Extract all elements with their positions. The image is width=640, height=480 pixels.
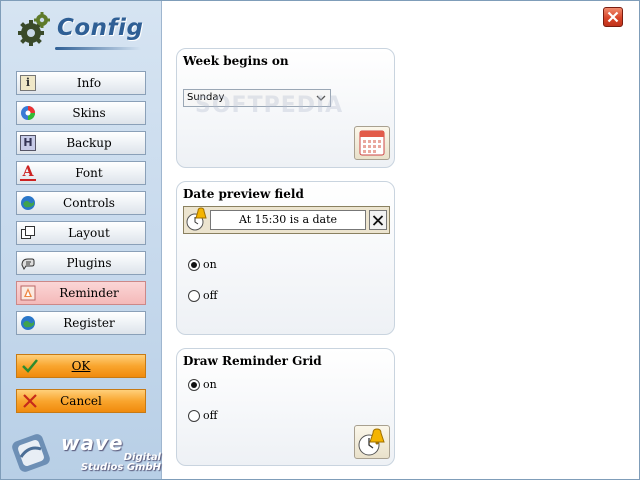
brand-line2: Studios GmbH bbox=[80, 462, 161, 473]
sidebar-item-info[interactable]: i Info bbox=[16, 71, 146, 95]
layout-icon bbox=[21, 226, 35, 239]
sidebar-item-layout[interactable]: Layout bbox=[16, 221, 146, 245]
radio-circle-checked bbox=[188, 379, 200, 391]
radio-circle bbox=[188, 410, 200, 422]
sidebar-item-label: Font bbox=[75, 166, 103, 180]
radio-label: off bbox=[203, 289, 218, 302]
info-icon: i bbox=[20, 75, 36, 91]
preview-panel-title: Date preview field bbox=[183, 187, 304, 201]
font-icon: A bbox=[20, 165, 36, 181]
radio-circle bbox=[188, 290, 200, 302]
sidebar-item-label: Register bbox=[63, 316, 115, 330]
ok-button[interactable]: OK bbox=[16, 354, 146, 378]
sidebar-item-label: Layout bbox=[68, 226, 110, 240]
grid-panel: Draw Reminder Grid on off bbox=[176, 348, 395, 466]
wave-logo-icon bbox=[12, 434, 50, 472]
sidebar-item-reminder[interactable]: Reminder bbox=[16, 281, 146, 305]
register-icon bbox=[21, 316, 35, 330]
skins-icon bbox=[21, 106, 35, 120]
date-preview-text: At 15:30 is a date bbox=[210, 210, 366, 230]
reminder-grid-button[interactable] bbox=[354, 425, 390, 459]
sidebar-item-label: Backup bbox=[66, 136, 112, 150]
close-button[interactable] bbox=[603, 7, 623, 27]
gears-icon bbox=[18, 12, 50, 46]
sidebar-item-label: Plugins bbox=[66, 256, 112, 270]
grid-panel-title: Draw Reminder Grid bbox=[183, 354, 322, 368]
week-panel: Week begins on Sunday SOFTPEDIA bbox=[176, 48, 395, 168]
calendar-button[interactable] bbox=[354, 126, 390, 160]
alarm-clock-icon bbox=[358, 428, 385, 456]
config-logo: Config bbox=[15, 11, 155, 55]
calendar-icon bbox=[359, 130, 385, 156]
brand-name: wave bbox=[61, 431, 124, 455]
controls-icon bbox=[21, 196, 35, 210]
backup-icon: H bbox=[20, 135, 36, 151]
preview-off-radio[interactable]: off bbox=[188, 289, 217, 305]
ok-label: OK bbox=[71, 359, 91, 373]
sidebar-item-label: Info bbox=[76, 76, 102, 90]
radio-label: off bbox=[203, 409, 218, 422]
close-icon bbox=[607, 11, 619, 23]
radio-label: on bbox=[203, 258, 217, 271]
plugins-icon bbox=[21, 258, 35, 270]
preview-panel: Date preview field At 15:30 is a date on… bbox=[176, 181, 395, 335]
sidebar-item-label: Controls bbox=[63, 196, 115, 210]
brand-logo: wave Digital Studios GmbH bbox=[11, 431, 161, 477]
radio-label: on bbox=[203, 378, 217, 391]
sidebar-item-plugins[interactable]: Plugins bbox=[16, 251, 146, 275]
preview-on-radio[interactable]: on bbox=[188, 258, 217, 274]
week-start-select[interactable]: Sunday bbox=[183, 89, 331, 107]
sidebar-item-label: Reminder bbox=[59, 286, 119, 300]
sidebar-item-font[interactable]: A Font bbox=[16, 161, 146, 185]
cancel-label: Cancel bbox=[60, 394, 102, 408]
grid-off-radio[interactable]: off bbox=[188, 409, 217, 425]
reminder-icon bbox=[20, 285, 36, 301]
close-icon bbox=[372, 215, 384, 226]
config-window: Config i Info Skins H Backup A Font Cont… bbox=[0, 0, 640, 480]
cross-icon bbox=[23, 394, 37, 408]
sidebar-item-backup[interactable]: H Backup bbox=[16, 131, 146, 155]
week-panel-title: Week begins on bbox=[183, 54, 289, 68]
brand-subtitle: Digital Studios GmbH bbox=[51, 453, 161, 473]
week-start-value: Sunday bbox=[187, 92, 225, 103]
cancel-button[interactable]: Cancel bbox=[16, 389, 146, 413]
app-title: Config bbox=[57, 15, 144, 41]
chevron-down-icon bbox=[316, 95, 326, 101]
alarm-bell-icon bbox=[186, 207, 207, 231]
date-preview-field: At 15:30 is a date bbox=[183, 206, 390, 234]
sidebar-item-label: Skins bbox=[72, 106, 106, 120]
sidebar-item-register[interactable]: Register bbox=[16, 311, 146, 335]
title-underline bbox=[55, 47, 141, 50]
sidebar-item-controls[interactable]: Controls bbox=[16, 191, 146, 215]
sidebar-item-skins[interactable]: Skins bbox=[16, 101, 146, 125]
sidebar: Config i Info Skins H Backup A Font Cont… bbox=[1, 1, 162, 479]
radio-circle-checked bbox=[188, 259, 200, 271]
checkmark-icon bbox=[22, 359, 38, 373]
clear-preview-button[interactable] bbox=[369, 210, 387, 230]
grid-on-radio[interactable]: on bbox=[188, 378, 217, 394]
